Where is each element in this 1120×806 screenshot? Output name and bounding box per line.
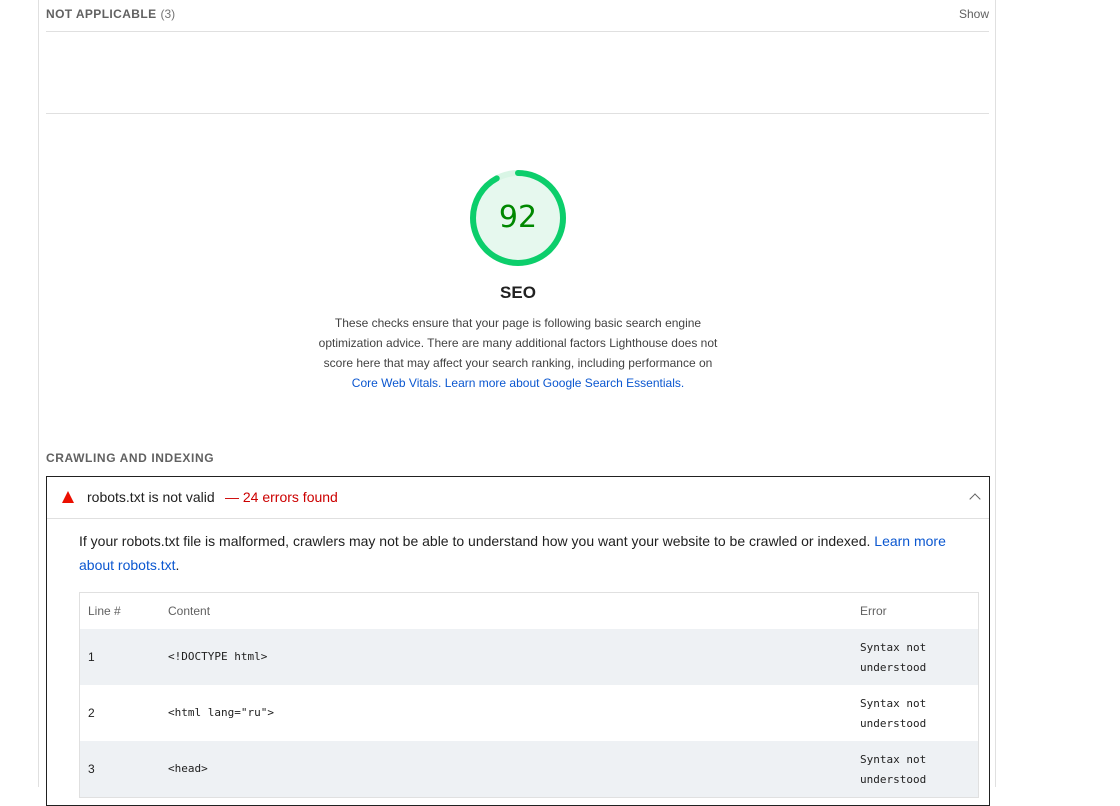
category-description: These checks ensure that your page is fo… (313, 313, 723, 393)
audit-display-value: — 24 errors found (225, 489, 338, 505)
cell-content: <html lang="ru"> (168, 706, 274, 719)
search-essentials-link[interactable]: Learn more about Google Search Essential… (445, 376, 681, 390)
core-web-vitals-link[interactable]: Core Web Vitals (352, 376, 438, 390)
not-applicable-title: NOT APPLICABLE (3) (46, 7, 175, 21)
audit-description: If your robots.txt file is malformed, cr… (79, 529, 959, 577)
seo-score-gauge[interactable]: 92 (468, 168, 568, 268)
not-applicable-count: (3) (160, 7, 176, 21)
not-applicable-group-header[interactable]: NOT APPLICABLE (3) Show (46, 0, 989, 32)
table-row: 1 <!DOCTYPE html> Syntax not understood (80, 629, 978, 685)
fail-triangle-icon (62, 491, 74, 503)
column-header-error: Error (860, 604, 887, 618)
cell-line-number: 2 (88, 706, 95, 720)
category-description-text: These checks ensure that your page is fo… (318, 316, 718, 370)
audit-header[interactable]: robots.txt is not valid — 24 errors foun… (47, 477, 989, 519)
audit-description-end: . (175, 557, 180, 573)
crawling-indexing-title: CRAWLING AND INDEXING (46, 451, 215, 465)
separator-text: . (438, 376, 445, 390)
cell-line-number: 1 (88, 650, 95, 664)
column-header-line: Line # (88, 604, 121, 618)
cell-error: Syntax not understood (860, 753, 927, 786)
seo-score-value: 92 (498, 200, 538, 235)
description-end: . (680, 376, 685, 390)
cell-error: Syntax not understood (860, 697, 927, 730)
audit-description-text: If your robots.txt file is malformed, cr… (79, 533, 875, 549)
cell-content: <!DOCTYPE html> (168, 650, 268, 663)
table-header: Line # Content Error (80, 593, 978, 629)
not-applicable-label: NOT APPLICABLE (46, 7, 157, 21)
table-row: 3 <head> Syntax not understood (80, 741, 978, 797)
section-divider (46, 113, 989, 114)
column-header-content: Content (168, 604, 211, 618)
robots-txt-audit: robots.txt is not valid — 24 errors foun… (46, 476, 990, 806)
cell-error: Syntax not understood (860, 641, 927, 674)
chevron-up-icon[interactable] (969, 493, 981, 505)
category-title: SEO (500, 283, 536, 302)
show-toggle[interactable]: Show (959, 7, 989, 21)
details-table: Line # Content Error 1 <!DOCTYPE html> S… (79, 592, 979, 798)
cell-content: <head> (168, 762, 208, 775)
table-row: 2 <html lang="ru"> Syntax not understood (80, 685, 978, 741)
cell-line-number: 3 (88, 762, 95, 776)
audit-title: robots.txt is not valid (87, 489, 215, 505)
